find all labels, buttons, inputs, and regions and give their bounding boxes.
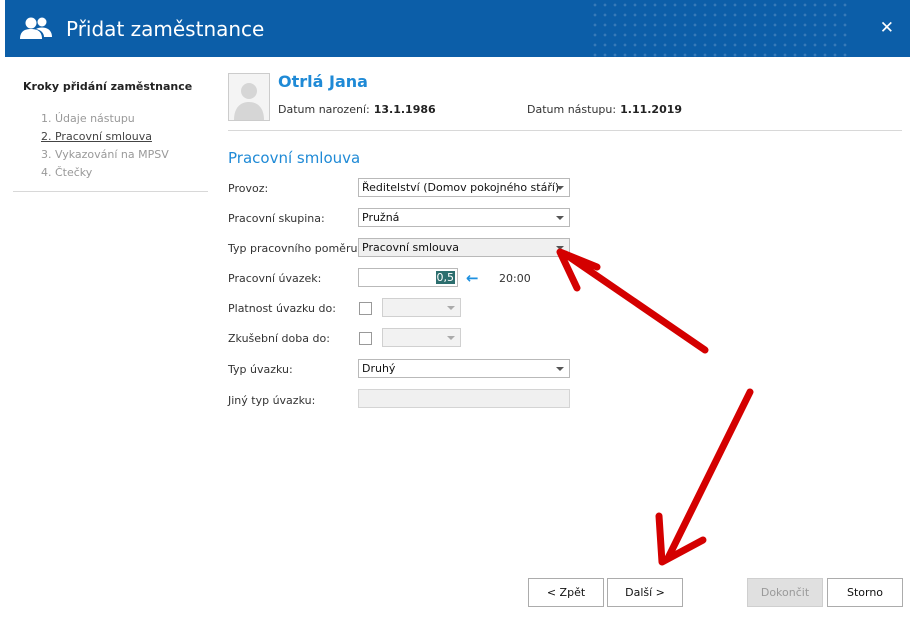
back-button[interactable]: < Zpět <box>528 578 604 607</box>
annotation-arrows <box>556 248 754 566</box>
next-button[interactable]: Další > <box>607 578 683 607</box>
annotation-arrow-top <box>556 248 709 354</box>
cancel-button[interactable]: Storno <box>827 578 903 607</box>
annotation-arrow-bottom <box>655 388 754 566</box>
finish-button[interactable]: Dokončit <box>747 578 823 607</box>
